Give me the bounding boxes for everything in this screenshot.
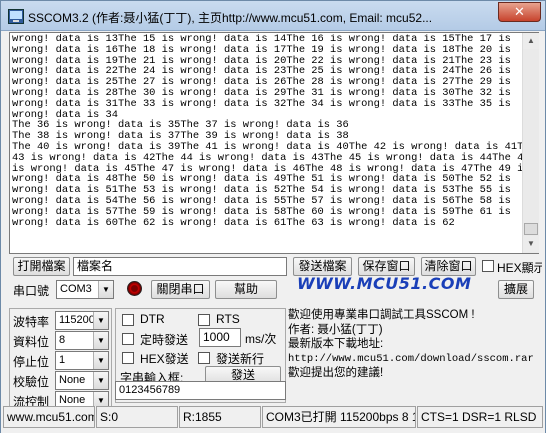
parity-value: None bbox=[59, 374, 86, 386]
port-select[interactable]: COM3 ▼ bbox=[56, 280, 114, 299]
received-data-text[interactable]: wrong! data is 13The 15 is wrong! data i… bbox=[12, 34, 522, 252]
scroll-up-icon[interactable]: ▲ bbox=[523, 33, 539, 49]
stopbits-select[interactable]: 1 ▼ bbox=[55, 351, 109, 370]
sscom-window: SSCOM3.2 (作者:聂小猛(丁丁), 主页http://www.mcu51… bbox=[0, 0, 546, 433]
info-text-panel: 歡迎使用專業串口調試工具SSCOM ! 作者: 聂小猛(丁丁) 最新版本下載地址… bbox=[288, 308, 538, 405]
port-label: 串口號 bbox=[13, 284, 50, 298]
info-author: 作者: 聂小猛(丁丁) bbox=[288, 323, 383, 336]
databits-select[interactable]: 8 ▼ bbox=[55, 331, 109, 350]
send-newline-checkbox[interactable] bbox=[198, 352, 210, 364]
rts-label: RTS bbox=[216, 312, 240, 326]
port-status-led-icon bbox=[127, 281, 142, 296]
scrollbar-thumb[interactable] bbox=[524, 223, 538, 235]
expand-button[interactable]: 擴展 bbox=[498, 280, 534, 299]
app-icon bbox=[8, 9, 24, 24]
chevron-down-icon: ▼ bbox=[93, 352, 108, 369]
hex-send-label: HEX發送 bbox=[140, 352, 189, 366]
close-button[interactable]: ✕ bbox=[498, 2, 541, 22]
baud-value: 115200 bbox=[59, 314, 95, 326]
status-signals: CTS=1 DSR=1 RLSD bbox=[417, 406, 543, 428]
status-received-count: R:1855 bbox=[179, 406, 261, 428]
databits-label: 資料位 bbox=[13, 335, 50, 349]
scroll-down-icon[interactable]: ▼ bbox=[523, 236, 539, 252]
status-sent-count: S:0 bbox=[96, 406, 178, 428]
hex-display-checkbox[interactable] bbox=[482, 260, 494, 272]
baud-select[interactable]: 115200 ▼ bbox=[55, 311, 109, 330]
interval-input[interactable]: 1000 bbox=[199, 328, 241, 347]
send-newline-label: 發送新行 bbox=[216, 352, 265, 366]
chevron-down-icon: ▼ bbox=[93, 372, 108, 389]
port-value: COM3 bbox=[60, 283, 92, 295]
hex-display-label: HEX顯示 bbox=[497, 261, 542, 275]
dtr-label: DTR bbox=[140, 312, 165, 326]
info-download-url[interactable]: http://www.mcu51.com/download/sscom.rar bbox=[288, 352, 538, 367]
receive-window[interactable]: wrong! data is 13The 15 is wrong! data i… bbox=[9, 32, 539, 254]
interval-unit: ms/次 bbox=[245, 332, 277, 346]
mcu51-logo: WWW.MCU51.COM bbox=[297, 274, 472, 293]
help-button[interactable]: 幫助 bbox=[215, 280, 277, 299]
close-icon: ✕ bbox=[514, 4, 525, 19]
status-website: www.mcu51.com bbox=[3, 406, 95, 428]
baud-label: 波特率 bbox=[13, 315, 50, 329]
send-string-input[interactable]: 0123456789 bbox=[115, 381, 286, 400]
parity-select[interactable]: None ▼ bbox=[55, 371, 109, 390]
status-bar: www.mcu51.com S:0 R:1855 COM3已打開 115200b… bbox=[1, 406, 545, 433]
info-welcome: 歡迎使用專業串口調試工具SSCOM ! bbox=[288, 309, 475, 321]
stopbits-value: 1 bbox=[59, 354, 66, 366]
chevron-down-icon: ▼ bbox=[98, 281, 113, 298]
vertical-scrollbar[interactable]: ▲ ▼ bbox=[522, 33, 539, 253]
filename-input[interactable]: 檔案名 bbox=[73, 257, 287, 276]
chevron-down-icon: ▼ bbox=[93, 332, 108, 349]
info-feedback: 歡迎提出您的建議! bbox=[288, 367, 384, 379]
stopbits-label: 停止位 bbox=[13, 355, 50, 369]
open-file-button[interactable]: 打開檔案 bbox=[13, 257, 70, 276]
title-bar[interactable]: SSCOM3.2 (作者:聂小猛(丁丁), 主页http://www.mcu51… bbox=[1, 1, 545, 31]
hex-send-checkbox[interactable] bbox=[122, 352, 134, 364]
window-title: SSCOM3.2 (作者:聂小猛(丁丁), 主页http://www.mcu51… bbox=[28, 11, 433, 25]
chevron-down-icon: ▼ bbox=[93, 312, 108, 329]
databits-value: 8 bbox=[59, 334, 66, 346]
status-port-state: COM3已打開 115200bps 8 1 bbox=[262, 406, 416, 428]
flow-value: None bbox=[59, 394, 86, 406]
info-download-label: 最新版本下載地址: bbox=[288, 338, 384, 350]
close-port-button[interactable]: 關閉串口 bbox=[151, 280, 210, 299]
rts-checkbox[interactable] bbox=[198, 314, 210, 326]
timed-send-label: 定時發送 bbox=[140, 333, 189, 347]
timed-send-checkbox[interactable] bbox=[122, 333, 134, 345]
parity-label: 校驗位 bbox=[13, 375, 50, 389]
dtr-checkbox[interactable] bbox=[122, 314, 134, 326]
